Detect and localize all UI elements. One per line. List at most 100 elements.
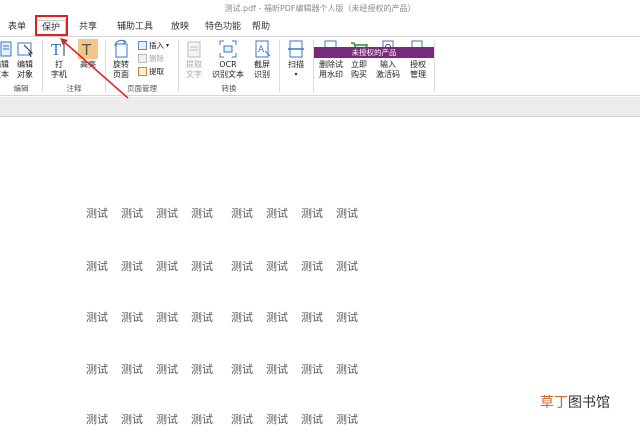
enter-activation-code-button[interactable]: 输入 激活码 [374, 39, 402, 79]
scan-label: 扫描 [288, 60, 304, 69]
extract-page-icon [138, 67, 147, 76]
document-word: 测试 [266, 260, 288, 273]
title-bar: 测试.pdf - 福昕PDF编辑器个人版（未经授权的产品） [0, 0, 640, 18]
tab-accessibility-tools[interactable]: 辅助工具 [110, 20, 160, 37]
page-management-group-label: 页面管理 [127, 84, 157, 93]
ocr-button[interactable]: OCR 识别文本 [209, 39, 247, 79]
document-word: 测试 [121, 207, 143, 220]
svg-text:A: A [258, 45, 265, 55]
license-management-label: 授权 管理 [410, 60, 426, 79]
rotate-page-button[interactable]: 旋转 页面 [108, 39, 134, 79]
document-word: 测试 [191, 260, 213, 273]
enter-activation-code-label: 输入 激活码 [376, 60, 400, 79]
document-word: 测试 [301, 363, 323, 376]
tab-share[interactable]: 共享 [74, 20, 102, 37]
document-word: 测试 [86, 260, 108, 273]
document-word: 测试 [156, 311, 178, 324]
rotate-page-icon [111, 39, 131, 59]
document-word: 测试 [301, 413, 323, 426]
document-word: 测试 [231, 363, 253, 376]
document-word: 测试 [121, 260, 143, 273]
document-word: 测试 [86, 311, 108, 324]
document-word: 测试 [301, 207, 323, 220]
unlicensed-group: 删除试 用水印 立即 购买 输入 激活码 授权 管理 [314, 37, 434, 95]
document-word: 测试 [86, 207, 108, 220]
annotation-group-label: 注释 [66, 84, 82, 93]
license-management-button[interactable]: 授权 管理 [404, 39, 432, 79]
rotate-page-label: 旋转 页面 [113, 60, 129, 79]
document-word: 测试 [156, 207, 178, 220]
edit-text-icon [0, 39, 12, 59]
scan-group: 扫描 ▾ [280, 37, 313, 95]
typewriter-button[interactable]: T 打 字机 [47, 39, 71, 79]
edit-object-label: 编辑 对象 [17, 60, 33, 79]
scan-button[interactable]: 扫描 ▾ [283, 39, 309, 79]
extract-page-button[interactable]: 提取 [138, 66, 164, 77]
site-watermark: 草丁图书馆 [540, 392, 610, 412]
document-word: 测试 [231, 413, 253, 426]
document-word: 测试 [121, 363, 143, 376]
svg-text:T: T [81, 41, 92, 59]
screenshot-ocr-icon: A [252, 39, 272, 59]
chevron-down-icon: ▾ [294, 70, 298, 78]
tab-highlight-annotation [35, 15, 68, 36]
ribbon-tabs: 表单 保护 共享 辅助工具 放映 特色功能 帮助 [0, 18, 640, 37]
convert-group: 提取 文字 OCR 识别文本 A 截屏 识别 转换 [179, 37, 279, 95]
remove-trial-watermark-button[interactable]: 删除试 用水印 [316, 39, 346, 79]
separator [434, 40, 435, 92]
document-word: 测试 [156, 413, 178, 426]
document-word: 测试 [266, 363, 288, 376]
document-word: 测试 [86, 363, 108, 376]
watermark-text-accent: 草丁 [540, 395, 568, 411]
tab-featured[interactable]: 特色功能 [198, 20, 248, 37]
document-word: 测试 [156, 363, 178, 376]
document-word: 测试 [156, 260, 178, 273]
edit-object-button[interactable]: 编辑 对象 [12, 39, 38, 79]
document-page: 测试 测试 测试 测试 测试 测试 测试 测试 测试 测试 测试 测试 测试 测… [0, 118, 640, 436]
delete-page-icon [138, 54, 147, 63]
buy-now-label: 立即 购买 [351, 60, 367, 79]
document-word: 测试 [336, 413, 358, 426]
watermark-text: 图书馆 [568, 395, 610, 411]
edit-group: 编辑 文本 编辑 对象 编辑 [0, 37, 42, 95]
document-word: 测试 [86, 413, 108, 426]
screenshot-ocr-label: 截屏 识别 [254, 60, 270, 79]
typewriter-label: 打 字机 [51, 60, 67, 79]
insert-page-label: 插入 [149, 41, 164, 50]
delete-page-button[interactable]: 删除 [138, 53, 164, 64]
typewriter-icon: T [49, 39, 69, 59]
document-word: 测试 [266, 207, 288, 220]
edit-text-button[interactable]: 编辑 文本 [0, 39, 12, 79]
document-word: 测试 [266, 311, 288, 324]
tab-form[interactable]: 表单 [4, 20, 30, 37]
edit-group-label: 编辑 [13, 84, 29, 93]
document-word: 测试 [191, 311, 213, 324]
highlight-label: 高亮 [80, 60, 96, 69]
screenshot-ocr-button[interactable]: A 截屏 识别 [249, 39, 275, 79]
document-word: 测试 [191, 207, 213, 220]
document-word: 测试 [121, 311, 143, 324]
document-word: 测试 [231, 207, 253, 220]
document-word: 测试 [336, 207, 358, 220]
ocr-icon [218, 39, 238, 59]
chevron-down-icon: ▾ [166, 42, 170, 49]
highlight-icon: T [78, 39, 98, 59]
extract-text-label: 提取 文字 [186, 60, 202, 79]
extract-page-label: 提取 [149, 67, 164, 76]
insert-page-button[interactable]: 插入 ▾ [138, 40, 169, 51]
document-word: 测试 [266, 413, 288, 426]
ribbon-toolbar: 编辑 文本 编辑 对象 编辑 T 打 字机 T 高亮 注释 [0, 36, 640, 96]
toolbar-strip [0, 97, 640, 117]
document-word: 测试 [301, 260, 323, 273]
svg-text:T: T [51, 41, 61, 59]
buy-now-button[interactable]: 立即 购买 [346, 39, 372, 79]
page-management-group: 旋转 页面 插入 ▾ 删除 提取 页面管理 [106, 37, 178, 95]
highlight-button[interactable]: T 高亮 [75, 39, 101, 70]
tab-slideshow[interactable]: 放映 [166, 20, 194, 37]
document-word: 测试 [121, 413, 143, 426]
tab-help[interactable]: 帮助 [248, 20, 274, 37]
extract-text-button[interactable]: 提取 文字 [181, 39, 207, 79]
insert-page-icon [138, 41, 147, 50]
scanner-icon [286, 39, 306, 59]
document-word: 测试 [336, 363, 358, 376]
